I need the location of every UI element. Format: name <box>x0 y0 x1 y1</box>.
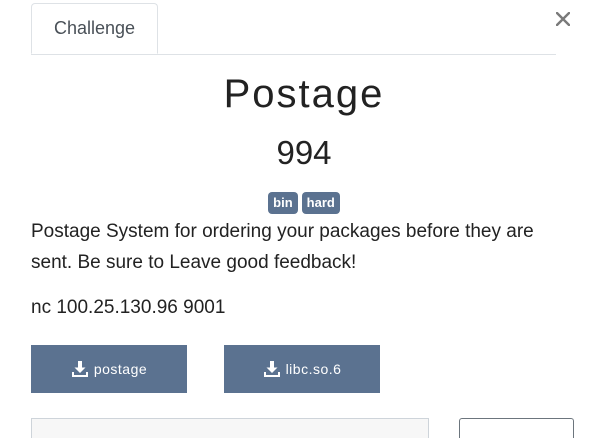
download-label: postage <box>93 361 148 377</box>
download-icon <box>263 361 280 377</box>
flag-input[interactable] <box>31 418 429 438</box>
connection-info: nc 100.25.130.96 9001 <box>31 297 226 318</box>
download-icon <box>71 361 88 377</box>
tab-challenge[interactable]: Challenge <box>31 3 158 54</box>
close-icon <box>556 12 570 26</box>
download-libc-button[interactable]: libc.so.6 <box>224 345 380 393</box>
download-label: libc.so.6 <box>285 361 342 377</box>
submit-button[interactable] <box>459 418 574 438</box>
modal-tab-bar: Challenge <box>31 0 556 55</box>
challenge-description: Postage System for ordering your package… <box>31 221 534 273</box>
challenge-points: 994 <box>276 134 332 171</box>
tab-label: Challenge <box>53 18 136 38</box>
tag-badge: hard <box>301 192 340 214</box>
close-button[interactable] <box>552 6 574 32</box>
challenge-tags: bin hard <box>0 192 608 214</box>
download-postage-button[interactable]: postage <box>31 345 187 393</box>
challenge-title: Postage <box>223 72 385 116</box>
tag-badge: bin <box>268 192 298 214</box>
